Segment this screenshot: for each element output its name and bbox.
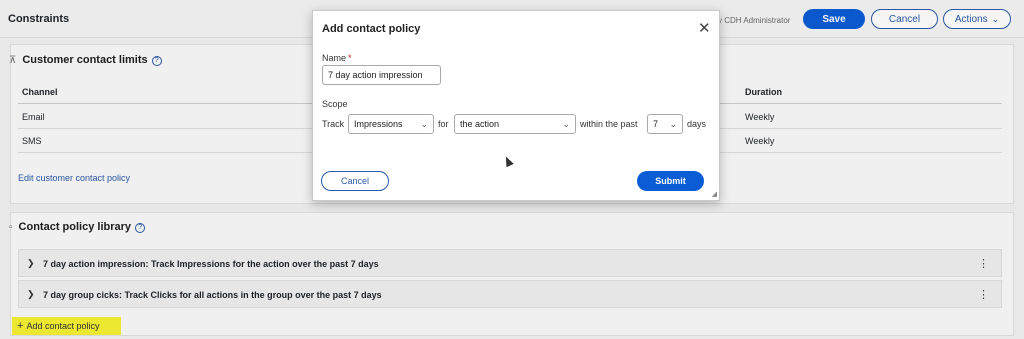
within-label: within the past [580,119,638,129]
add-contact-policy-dialog: Add contact policy ✕ Name * 7 day action … [312,10,720,201]
days-select[interactable]: 7 ⌄ [647,114,683,134]
track-label: Track [322,119,345,129]
dialog-title: Add contact policy [322,23,421,35]
chevron-down-icon: ⌄ [420,119,428,129]
for-select-value: the action [460,119,500,129]
chevron-down-icon: ⌄ [562,119,570,129]
dialog-cancel-button[interactable]: Cancel [321,171,389,191]
submit-button[interactable]: Submit [637,171,704,191]
track-select-value: Impressions [354,119,403,129]
for-select[interactable]: the action ⌄ [454,114,576,134]
name-label: Name * [322,53,352,63]
name-input[interactable]: 7 day action impression [322,65,441,85]
name-label-text: Name [322,53,347,63]
for-label: for [438,119,449,129]
days-label: days [687,119,707,129]
track-select[interactable]: Impressions ⌄ [348,114,434,134]
scope-label: Scope [322,99,348,109]
required-mark: * [348,53,352,63]
days-select-value: 7 [653,119,659,129]
resize-handle-icon[interactable]: ◢ [712,190,717,198]
chevron-down-icon: ⌄ [669,119,677,129]
close-icon[interactable]: ✕ [698,21,711,36]
